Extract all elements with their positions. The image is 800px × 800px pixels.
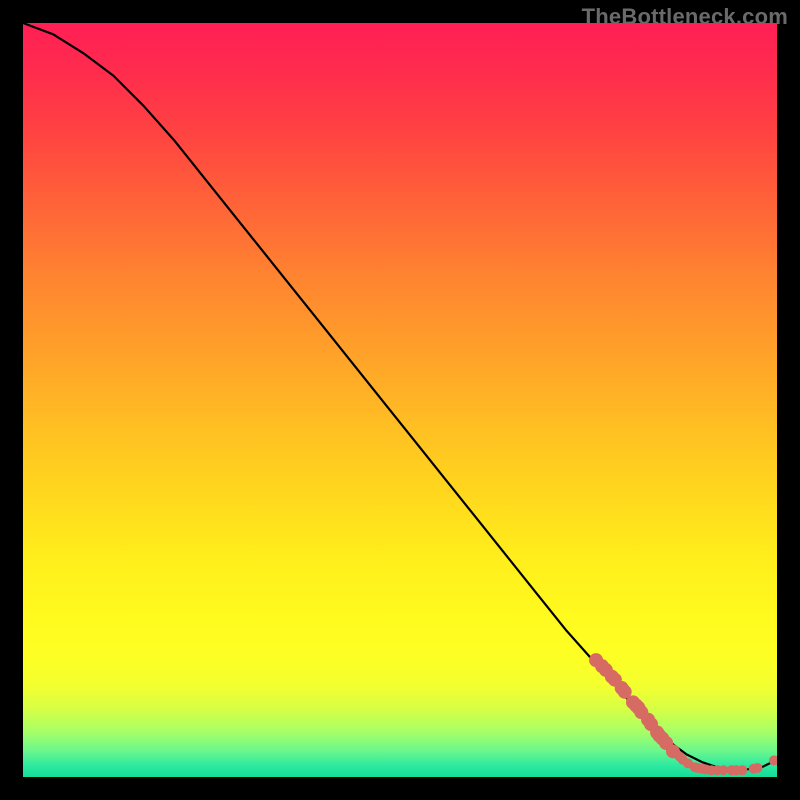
chart-overlay-svg [23,23,777,777]
chart-frame: TheBottleneck.com [0,0,800,800]
highlight-dot [752,763,762,773]
bottleneck-curve [23,23,777,769]
highlight-dots [589,653,777,775]
watermark-text: TheBottleneck.com [582,4,788,30]
highlight-dot [737,765,747,775]
